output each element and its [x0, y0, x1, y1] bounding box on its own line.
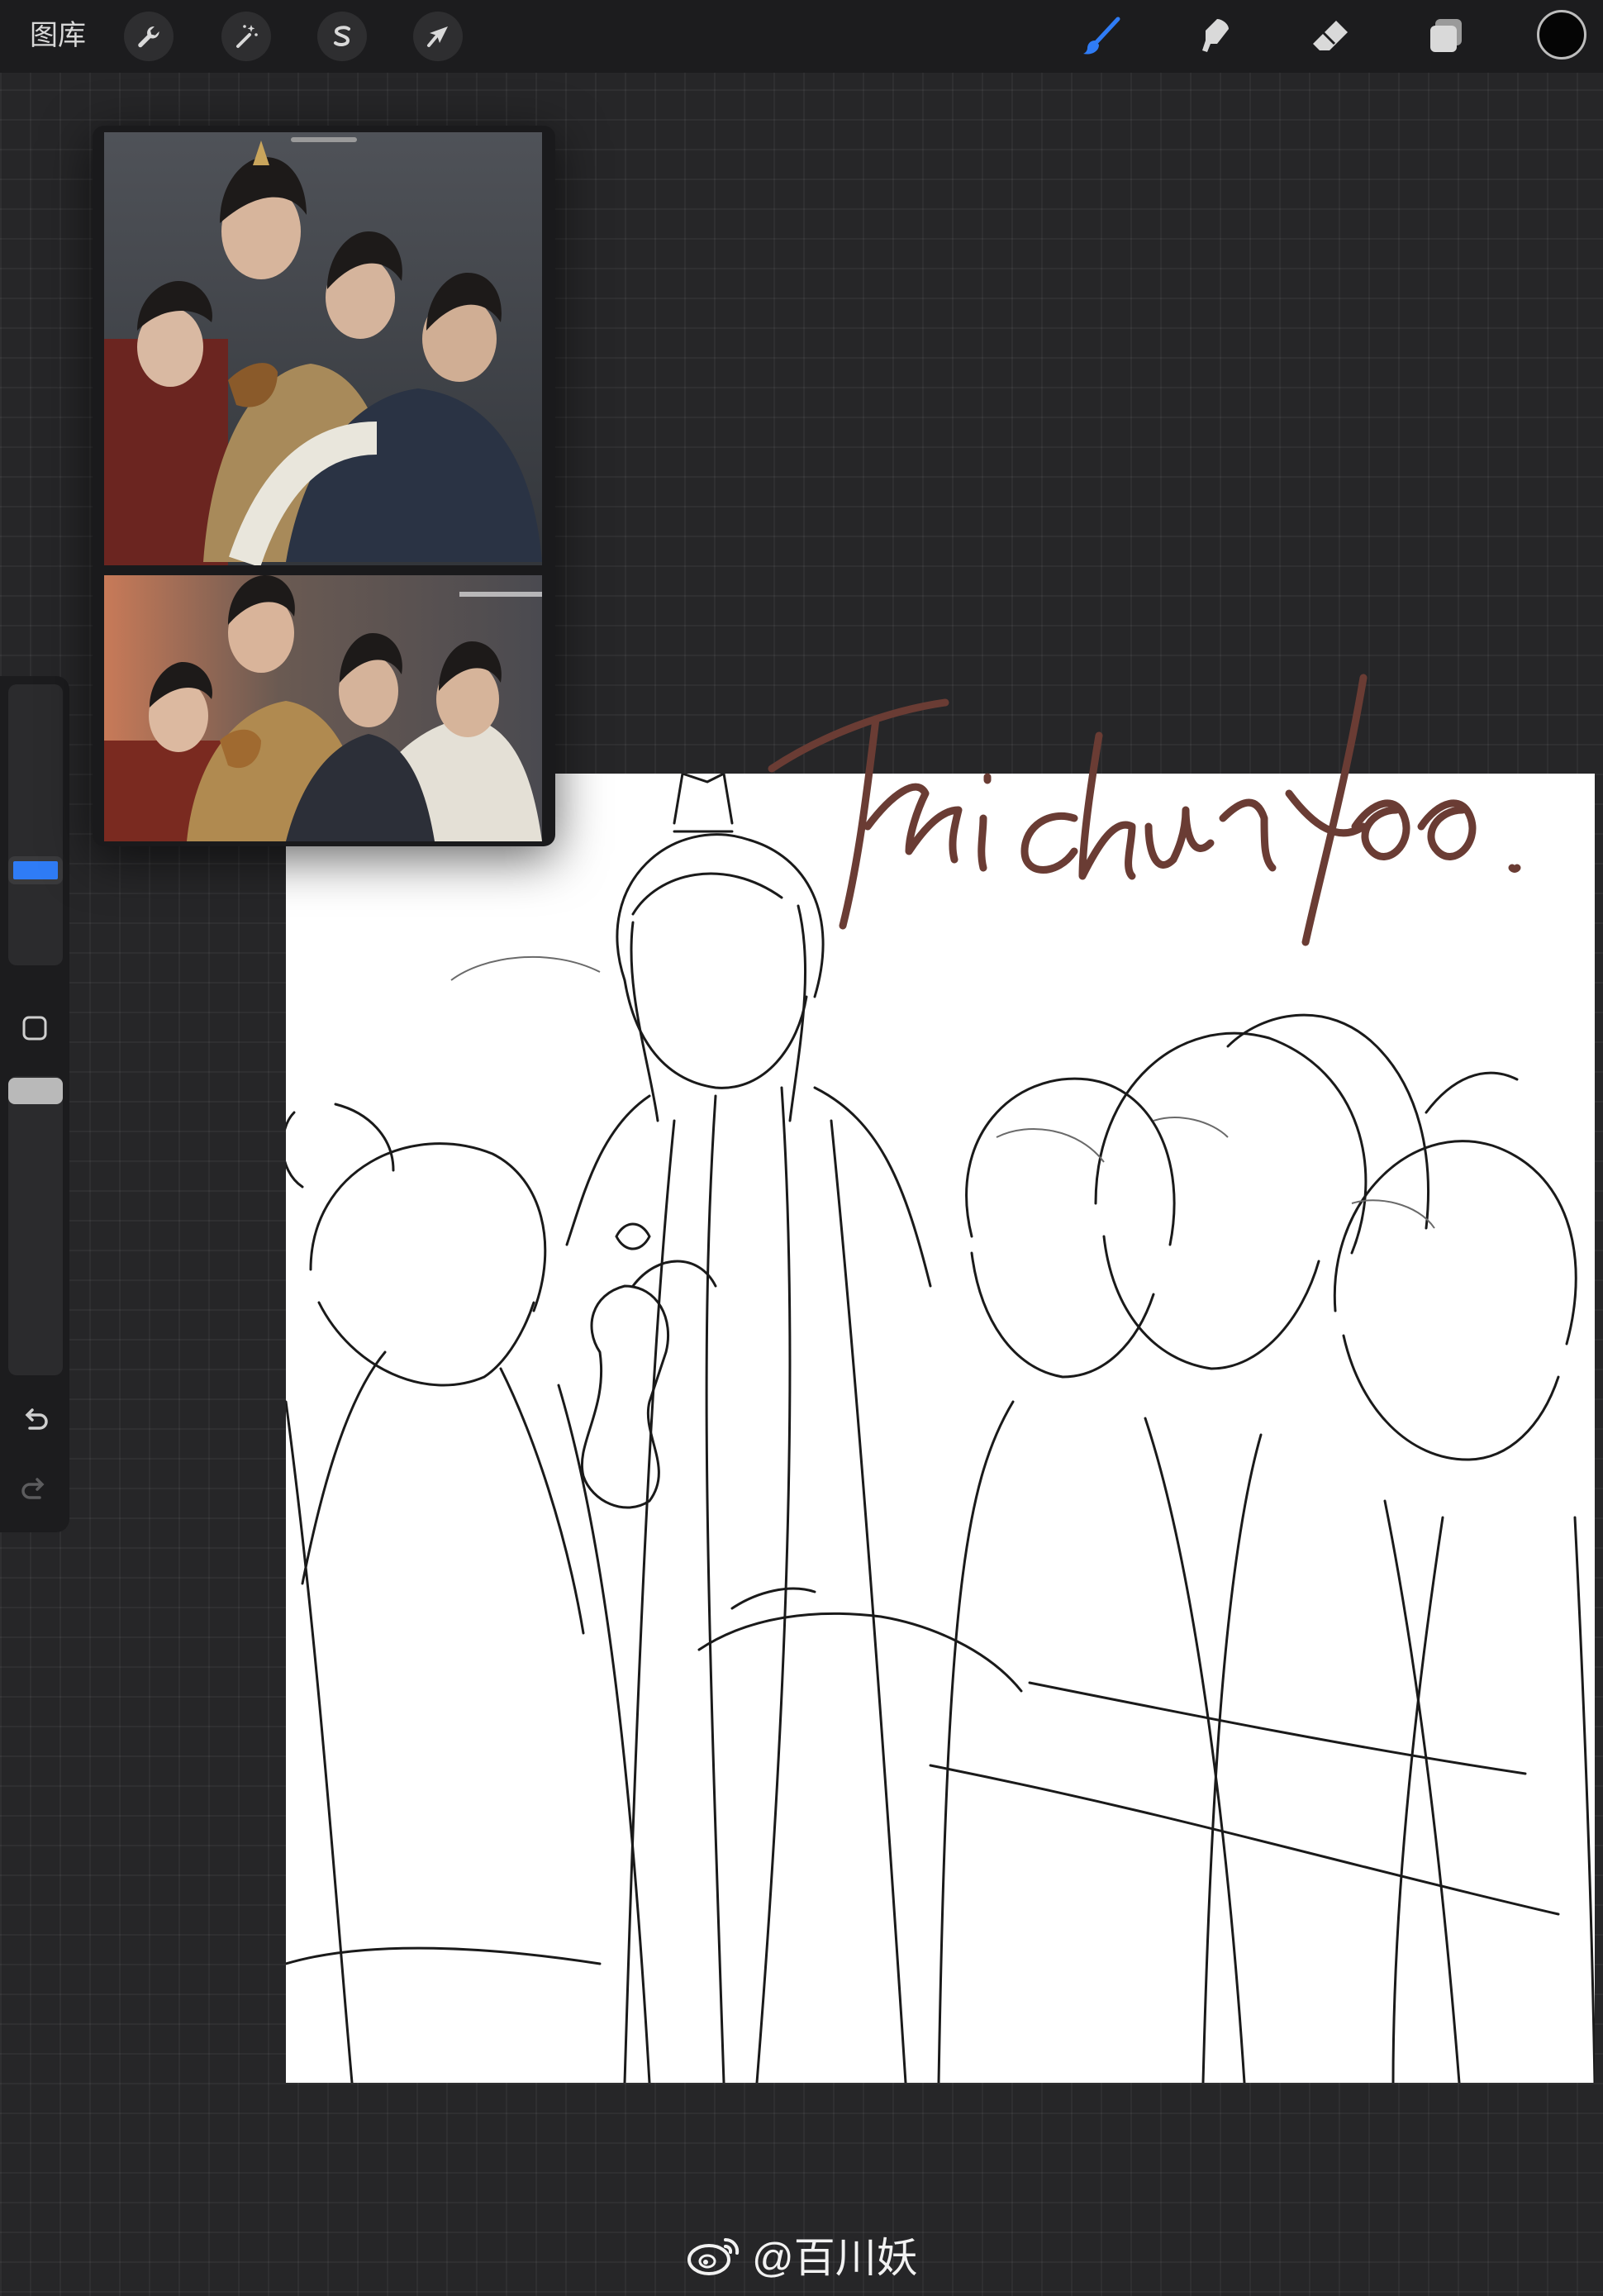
adjustments-button[interactable] [221, 12, 271, 61]
transform-button[interactable] [413, 12, 463, 61]
top-toolbar: 图库 [0, 0, 1603, 73]
eraser-icon [1313, 21, 1348, 50]
actions-button[interactable] [124, 12, 174, 61]
reference-window[interactable] [93, 126, 555, 846]
layers-button[interactable] [1418, 8, 1474, 64]
brush-size-slider[interactable] [8, 684, 63, 965]
watermark: @百川妖 [686, 2228, 918, 2281]
redo-icon [21, 1478, 45, 1499]
brush-button[interactable] [1073, 8, 1129, 64]
reference-window-handle[interactable] [291, 137, 357, 142]
reference-photo-1 [104, 132, 542, 565]
left-sidebar [0, 676, 69, 1532]
eraser-button[interactable] [1302, 8, 1358, 64]
brush-icon [1083, 17, 1120, 55]
signature [768, 674, 1521, 946]
square-icon [22, 1016, 47, 1041]
undo-icon [25, 1408, 48, 1430]
line-art-drawing [286, 774, 1595, 2083]
selection-button[interactable] [317, 12, 367, 61]
watermark-text: @百川妖 [752, 2235, 918, 2281]
brush-size-handle[interactable] [8, 856, 63, 884]
reference-photo-2 [104, 575, 542, 841]
magic-wand-icon [236, 25, 258, 48]
gallery-button[interactable]: 图库 [30, 17, 86, 55]
arrow-cursor-icon [427, 26, 448, 47]
selection-s-icon [334, 26, 350, 46]
weibo-icon [687, 2237, 740, 2275]
opacity-slider[interactable] [8, 1076, 63, 1375]
redo-button[interactable] [17, 1471, 53, 1508]
drawing-canvas[interactable] [286, 774, 1595, 2083]
color-swatch[interactable] [1537, 10, 1586, 60]
smudge-icon [1202, 19, 1229, 52]
smudge-button[interactable] [1187, 8, 1243, 64]
modify-button[interactable] [17, 1010, 53, 1046]
layers-icon [1430, 19, 1462, 52]
wrench-icon [138, 26, 159, 48]
undo-button[interactable] [17, 1402, 53, 1438]
opacity-handle[interactable] [8, 1078, 63, 1104]
